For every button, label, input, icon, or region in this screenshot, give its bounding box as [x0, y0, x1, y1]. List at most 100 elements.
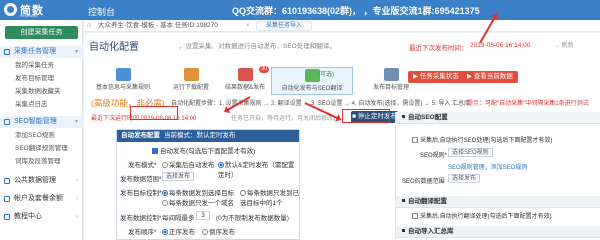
seo-range-select[interactable]: 选择发布: [448, 174, 481, 183]
order-option-desc-label: 倒序发布: [209, 229, 235, 236]
publish-order-label: 发布顺序*: [128, 229, 157, 236]
publish-count-label: 发布数据控制*: [120, 215, 162, 222]
seo-icon: [4, 119, 10, 125]
translate-enable-checkbox[interactable]: 采集后,自动执行翻译处理(勾选后下面配置才有效): [412, 211, 552, 220]
publish-count-input[interactable]: 3: [196, 211, 210, 220]
radio-unchecked: [202, 229, 208, 235]
seo-rule-links[interactable]: SEO规则管理，添加SEO规则: [448, 162, 527, 171]
chevron-down-icon: ▾: [74, 119, 78, 125]
sidebar-section-label: 采集任务管理: [14, 48, 56, 55]
input-value: 3: [196, 211, 210, 220]
logo[interactable]: 简数 KeyDatas: [4, 2, 74, 18]
publish-count-hint: (0为不限制发布数据数量): [216, 215, 289, 222]
config-steps: 自动化配置步骤：1. 设置采集规则 → 2. 翻译设置 → 3. SEO设置 →…: [171, 101, 471, 107]
task-status-button[interactable]: ▶ 任务采集状态: [408, 71, 464, 83]
tool-results[interactable]: 30 结果数据&发布: [211, 66, 279, 95]
view-data-button[interactable]: ▶ 查看当前数据: [462, 71, 518, 83]
tool-label: 结果数据&发布: [224, 85, 265, 91]
seo-rule-label: SEO规则*: [420, 153, 448, 159]
logo-icon: [4, 3, 17, 16]
auto-publish-header: 自动发布配置 当前模式：默认定时发布: [117, 130, 299, 142]
publish-count-row: 发布数据控制* 每间隔最多 3 (0为不限制发布数据数量): [0, 211, 300, 222]
close-icon[interactable]: ×: [246, 20, 250, 32]
tab-import-label: 采集任务导入: [265, 23, 302, 29]
translate-enable-label: 采集后,自动执行翻译处理(勾选后下面配置才有效): [420, 214, 552, 220]
select-value: 选择SEO规则: [448, 148, 493, 157]
target-option-domain-label: 每条数据只发一个域名: [169, 200, 234, 207]
page-description: ，设置采集、对数据进行自动发布、SEO处理和翻译。: [179, 43, 336, 50]
chevron-down-icon: ▾: [74, 49, 78, 55]
radio-unchecked: [162, 200, 168, 206]
schedule-hint: 任务已开启，等待运行，可关闭后修改。: [231, 116, 340, 122]
publish-range-select[interactable]: 选择发布: [162, 172, 195, 181]
test-tip: 提示：可配"自动采集"中间隔采集1条进行测试: [467, 101, 589, 107]
target-icon: [383, 68, 399, 81]
sidebar-section-label: SEO智能管理: [14, 118, 57, 125]
sidebar-item-publish-targets[interactable]: 发布目标管理: [0, 73, 83, 84]
publish-range-label: 发布数据范围*: [120, 176, 162, 183]
seo-enable-label: 采集后,自动执行SEO处理(勾选后下面配置才有效): [420, 138, 553, 144]
tool-basic-rules[interactable]: 基本信息与采集规则: [89, 67, 157, 95]
seo-config-header: 自动SEO配置: [396, 112, 600, 124]
page-title: 自动化配置: [89, 42, 139, 53]
translate-config-header: 自动翻译配置: [396, 196, 600, 208]
annotation-box-next-run: [130, 106, 178, 120]
auto-publish-checkbox-label: 自动发布(勾选后下面配置才有效): [160, 148, 256, 155]
checkbox-unchecked: [412, 137, 418, 143]
auto-publish-mode: 当前模式：默认定时发布: [164, 132, 236, 139]
home-icon[interactable]: ⌂: [87, 22, 95, 30]
radio-unchecked: [162, 162, 168, 168]
radio-checked: [162, 229, 168, 235]
sidebar-section-seo[interactable]: SEO智能管理 ▾: [0, 116, 83, 128]
auto-publish-title: 自动发布配置: [121, 132, 160, 139]
checkbox-unchecked: [412, 213, 418, 219]
publish-mode-label: 发布模式*: [128, 162, 157, 169]
tool-label: 自动化发布与SEO翻译: [281, 86, 343, 92]
qq-group-notice: QQ交流群：610193638(02群)， ，专业版交流1群:695421375: [232, 6, 480, 16]
optional-tag: (可选): [318, 72, 334, 78]
tool-label: 发布目标管理: [372, 85, 409, 91]
order-option-asc[interactable]: 正序发布: [162, 226, 195, 236]
sidebar: 创建采集任务 采集任务管理 ▾ 我的采集任务 发布目标管理 采集数据收藏夹 采集…: [0, 20, 83, 240]
auto-publish-checkbox[interactable]: 自动发布(勾选后下面配置才有效): [152, 145, 255, 155]
next-publish-time: 2019-08-06 16:14:00: [470, 42, 531, 49]
select-value: 选择发布: [448, 174, 481, 183]
sidebar-item-add-seo-rule[interactable]: 添加SEO规则: [0, 130, 83, 141]
next-publish-label: 最近下次发布时间：: [409, 45, 468, 52]
logo-subtext: KeyDatas: [20, 13, 38, 18]
checkbox-checked: [152, 148, 158, 154]
publish-target-row-2: 每条数据只发一个域名: [0, 196, 300, 207]
publish-order-row: 发布顺序* 正序发布 倒序发布: [0, 225, 300, 236]
publish-range-row: 发布数据范围* 选择发布: [0, 172, 300, 183]
results-count-badge: 30: [259, 66, 269, 73]
sidebar-section-tasks[interactable]: 采集任务管理 ▾: [0, 46, 83, 58]
breadcrumb: ⌂ 大众养生-饮食-模板 - 基本 任务ID:198270 × 采集任务导入: [84, 20, 600, 32]
sidebar-item-favorites[interactable]: 采集数据收藏夹: [0, 86, 83, 97]
seo-range-label: SEO的数据范围: [402, 179, 445, 185]
create-task-button[interactable]: 创建采集任务: [5, 26, 78, 39]
task-toolbar: 基本信息与采集规则 运行下载配置 30 结果数据&发布 (可选) 自动化发布与S…: [89, 66, 599, 95]
mode-option-auto[interactable]: 采集后自动发布: [162, 159, 215, 169]
target-option-domain[interactable]: 每条数据只发一个域名: [162, 197, 234, 207]
task-icon: [4, 49, 10, 55]
refresh-button[interactable]: → 刷新: [554, 40, 574, 49]
rules-icon: [115, 68, 131, 81]
tab-import-task[interactable]: 采集任务导入: [256, 21, 312, 31]
tool-auto-publish-seo[interactable]: (可选) 自动化发布与SEO翻译: [271, 67, 353, 95]
seo-rule-select[interactable]: 选择SEO规则: [448, 148, 493, 157]
download-icon: [183, 68, 199, 81]
tab-current-task[interactable]: 大众养生-饮食-模板 - 基本 任务ID:198270: [98, 20, 218, 32]
tool-label: 基本信息与采集规则: [95, 85, 150, 91]
import-config-header: 自动导入汇总库: [396, 226, 600, 238]
mode-option-auto-label: 采集后自动发布: [169, 162, 215, 169]
sidebar-item-logs[interactable]: 采集点日志: [0, 99, 83, 110]
order-option-desc[interactable]: 倒序发布: [202, 226, 235, 236]
top-bar: 简数 KeyDatas 控制台 QQ交流群：610193638(02群)， ，专…: [0, 0, 600, 20]
publish-mode-row: 发布模式* 采集后自动发布 默认&定时发布（需配置定时）: [0, 158, 300, 179]
auto-publish-enable-row: 自动发布(勾选后下面配置才有效): [0, 144, 300, 155]
seo-enable-checkbox[interactable]: 采集后,自动执行SEO处理(勾选后下面配置才有效): [412, 135, 552, 144]
select-value: 选择发布: [162, 172, 195, 181]
sidebar-item-my-tasks[interactable]: 我的采集任务: [0, 60, 83, 71]
console-title: 控制台: [88, 7, 116, 17]
results-icon: [237, 68, 253, 81]
